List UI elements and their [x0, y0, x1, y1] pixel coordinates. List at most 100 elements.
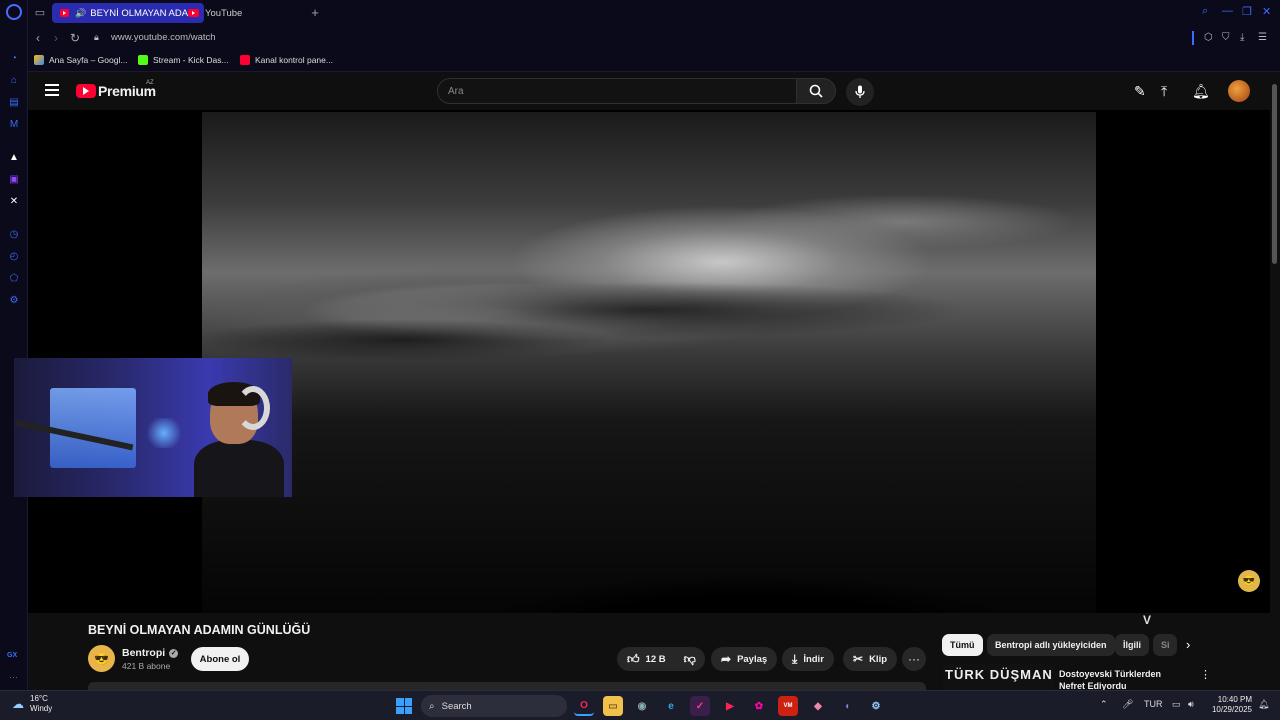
pc-case-image — [50, 388, 136, 468]
scrollbar-thumb[interactable] — [1272, 84, 1277, 264]
tray-chevron-icon[interactable]: ⌃ — [1100, 699, 1108, 710]
vpn-icon[interactable]: ⛉ — [1222, 32, 1230, 43]
opera-gx-logo-icon[interactable] — [6, 4, 22, 20]
chip-partial[interactable]: Si — [1153, 634, 1177, 656]
windows-start-icon[interactable] — [396, 698, 412, 714]
notifications-bell-icon[interactable]: 🔔︎ — [1192, 83, 1210, 100]
chips-next-icon[interactable]: › — [1186, 637, 1190, 652]
headset-image — [236, 386, 270, 430]
channel-name[interactable]: Bentropi — [122, 647, 165, 659]
reload-icon[interactable]: ↻ — [70, 31, 80, 45]
menu-icon[interactable] — [45, 84, 59, 96]
weather-cloud-icon: ☁ — [12, 697, 24, 711]
messenger-icon[interactable]: M — [7, 117, 21, 131]
history-icon[interactable]: ◷ — [7, 227, 21, 241]
search-input[interactable]: Ara — [437, 78, 797, 104]
notification-center-icon[interactable]: 🔔︎ — [1258, 699, 1269, 710]
gx-corner-icon[interactable]: ⌂ — [7, 73, 21, 87]
subscribe-button[interactable]: Abone ol — [191, 647, 249, 671]
v-watermark-logo: V — [1143, 613, 1152, 627]
new-tab-plus-icon[interactable]: + — [309, 5, 321, 20]
bookmark-google-ads[interactable]: Ana Sayfa – Googl... — [34, 55, 127, 65]
description-box[interactable] — [88, 682, 926, 690]
clock-icon[interactable]: ◴ — [7, 249, 21, 263]
settings-gear-icon[interactable]: ⚙ — [7, 293, 21, 307]
channel-name-row[interactable]: Bentropi ✓ — [122, 647, 179, 659]
network-icon[interactable]: ▭ — [1172, 699, 1181, 710]
input-language[interactable]: TUR — [1144, 699, 1163, 709]
player-icon[interactable]: ▤ — [7, 95, 21, 109]
minimize-icon[interactable]: — — [1222, 5, 1233, 17]
youtube-header: Premium AZ Ara ✎ ⤒ 🔔︎ — [28, 72, 1270, 110]
youtube-premium-logo[interactable]: Premium AZ — [76, 80, 156, 99]
chip-all[interactable]: Tümü — [942, 634, 983, 656]
obs-icon[interactable]: ◉ — [632, 696, 652, 716]
channel-emoji-badge-icon: 😎 — [1238, 570, 1260, 592]
tab-label: YouTube — [205, 7, 243, 19]
bookmark-label: Ana Sayfa – Googl... — [49, 55, 128, 65]
recommended-title[interactable]: Dostoyevski Türklerden Nefret Ediyordu — [1059, 668, 1189, 690]
taskbar-clock[interactable]: 10:40 PM 10/29/2025 — [1206, 695, 1252, 715]
steam-icon[interactable]: ⚙ — [866, 696, 886, 716]
youtube-music-icon[interactable]: ▶ — [720, 696, 740, 716]
video-frame-trees — [448, 540, 1118, 613]
microphone-icon — [855, 85, 865, 98]
voicemeeter-icon[interactable]: VM — [778, 696, 798, 716]
page-scrollbar[interactable] — [1270, 72, 1280, 690]
weather-temp: 16°C — [30, 694, 48, 703]
chip-related[interactable]: İlgili — [1115, 634, 1149, 656]
recommended-thumbnail[interactable]: TÜRK DÜŞMANI — [943, 664, 1053, 690]
more-actions-icon[interactable]: ··· — [902, 647, 926, 671]
url-field[interactable]: www.youtube.com/watch — [111, 32, 216, 43]
game-app-icon[interactable]: ◆ — [808, 696, 828, 716]
taskbar-search[interactable]: ⌕ Search — [421, 695, 567, 717]
create-icon[interactable]: ✎ — [1134, 83, 1146, 100]
tray-mic-icon[interactable]: 🎤︎ — [1122, 699, 1133, 710]
search-placeholder: Ara — [448, 86, 464, 97]
download-icon[interactable]: ⤓ — [1240, 32, 1244, 43]
edge-icon[interactable]: e — [661, 696, 681, 716]
search-button[interactable] — [796, 78, 836, 104]
search-tabs-icon[interactable]: ⌕ — [1202, 5, 1208, 18]
weather-widget[interactable]: ☁ 16°C Windy — [12, 694, 52, 714]
pinboard-icon[interactable]: ⬠ — [7, 271, 21, 285]
clip-button[interactable]: ✂ Klip — [843, 647, 898, 671]
twitch-icon[interactable]: ▣ — [7, 172, 21, 186]
editor-app-icon[interactable]: ✓ — [690, 696, 710, 716]
video-title: BEYNİ OLMAYAN ADAMIN GÜNLÜĞÜ — [88, 623, 311, 637]
restore-icon[interactable]: ❐ — [1242, 5, 1252, 18]
bookmark-youtube-studio[interactable]: Kanal kontrol pane... — [240, 55, 333, 65]
upload-icon[interactable]: ⤒ — [1161, 83, 1167, 100]
account-avatar[interactable] — [1228, 80, 1250, 102]
forward-icon[interactable]: › — [54, 31, 58, 45]
dislike-icon[interactable]: 👎︎ — [684, 652, 696, 667]
voice-search-button[interactable] — [846, 78, 874, 106]
speaker-icon[interactable]: 🔊 — [75, 8, 86, 19]
like-icon[interactable]: 👍︎ — [627, 652, 640, 667]
like-count[interactable]: 12 B — [646, 654, 666, 665]
chip-from-uploader[interactable]: Bentropi adlı yükleyiciden — [987, 634, 1115, 656]
back-icon[interactable]: ‹ — [36, 31, 40, 45]
share-button[interactable]: ➦ Paylaş — [711, 647, 778, 671]
file-explorer-icon[interactable]: ▭ — [603, 696, 623, 716]
gx-control-icon[interactable]: ◔ — [7, 51, 21, 65]
volume-icon[interactable]: 🔊︎ — [1188, 699, 1194, 710]
extensions-icon[interactable]: ⬡ — [1204, 32, 1213, 43]
x-twitter-icon[interactable]: ✕ — [7, 194, 21, 208]
rgb-app-icon[interactable]: ✿ — [749, 696, 769, 716]
rgb-glow — [144, 418, 184, 448]
sidebar-more-icon[interactable]: ··· — [9, 672, 18, 682]
discord-icon[interactable]: ◖ — [837, 696, 857, 716]
search-icon — [809, 84, 823, 98]
easy-setup-icon[interactable]: ☰ — [1258, 32, 1267, 43]
opera-gx-taskbar-icon[interactable]: O — [574, 696, 594, 716]
workspaces-icon[interactable]: ▭ — [34, 6, 46, 19]
channel-avatar[interactable]: 😎 — [88, 645, 115, 672]
recommended-more-icon[interactable]: ⋮ — [1200, 668, 1211, 681]
aria-icon[interactable]: ▲ — [7, 150, 21, 164]
bookmark-kick[interactable]: Stream - Kick Das... — [138, 55, 229, 65]
close-icon[interactable]: ✕ — [1262, 5, 1271, 18]
tab-youtube[interactable]: YouTube — [180, 3, 300, 23]
download-button[interactable]: ⤓ İndir — [782, 647, 834, 671]
scissors-icon: ✂ — [853, 652, 864, 666]
